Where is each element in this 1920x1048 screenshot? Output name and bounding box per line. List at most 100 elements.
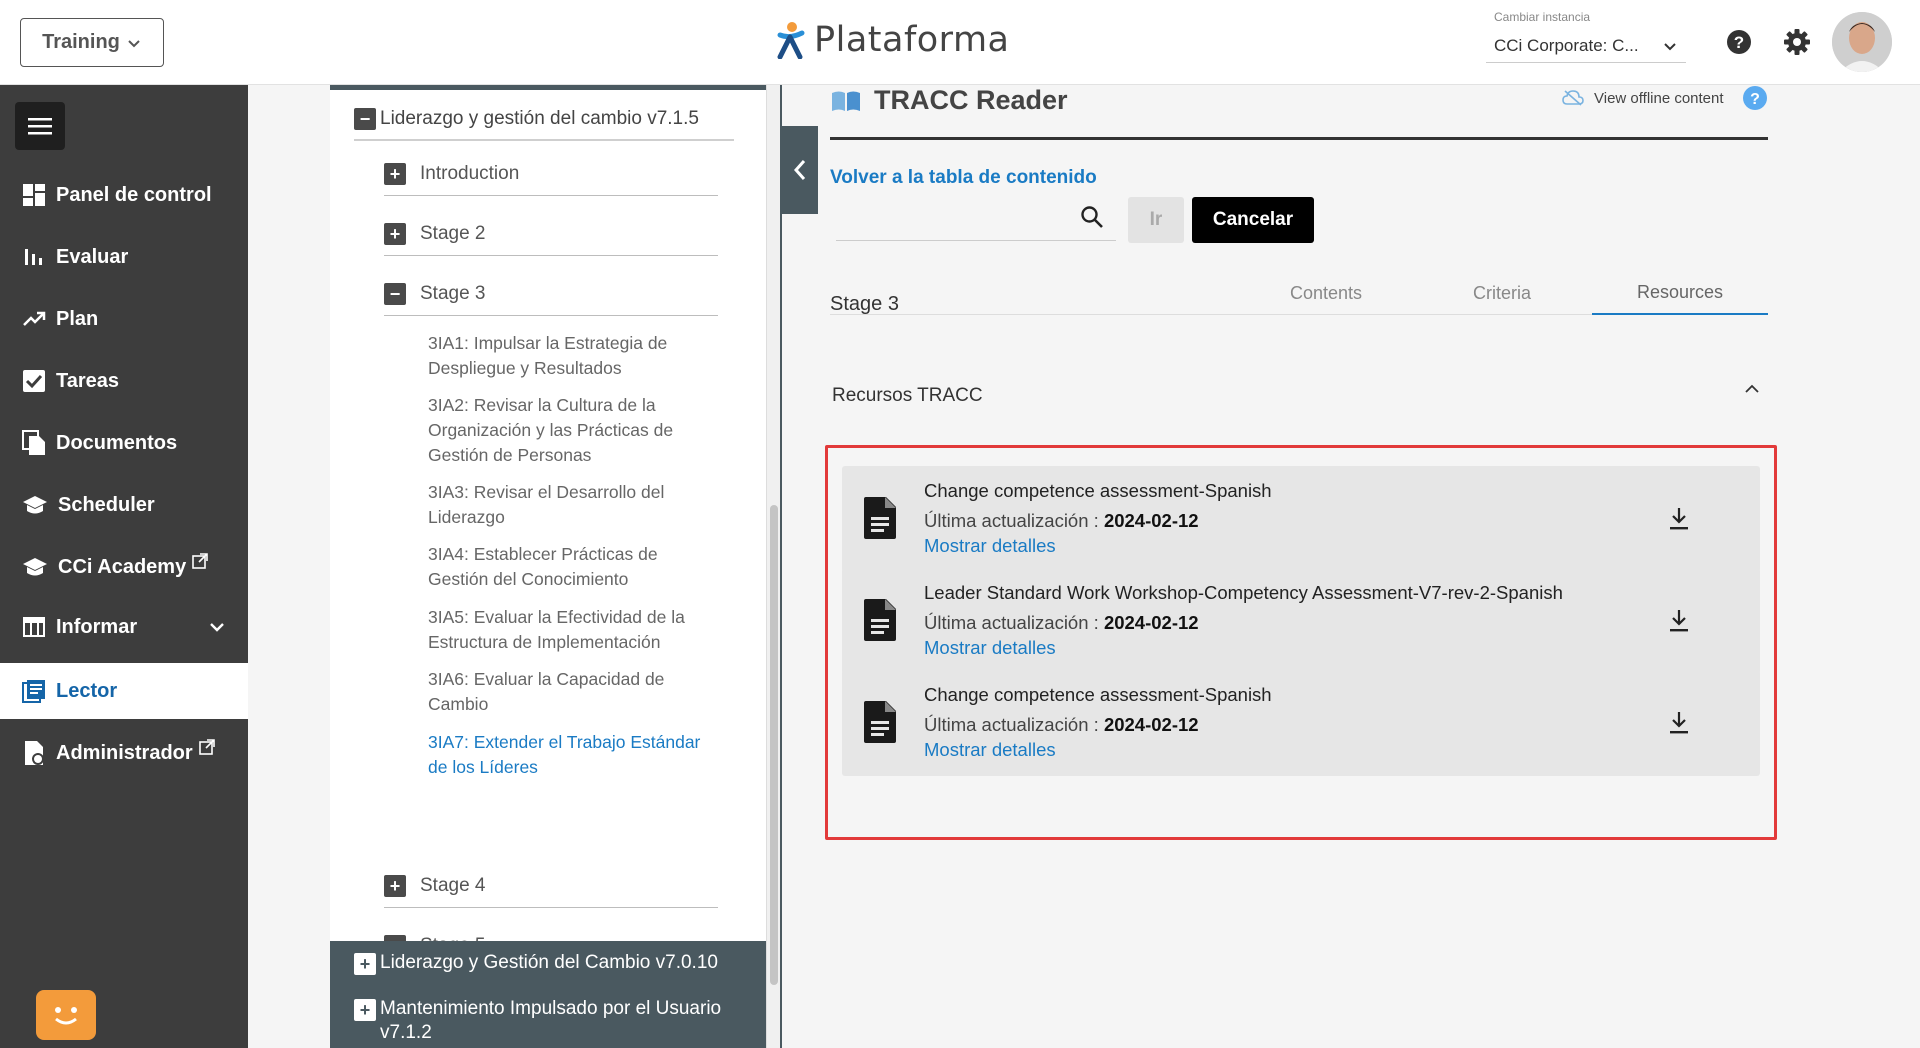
toc-subitem-3ia1[interactable]: 3IA1: Impulsar la Estrategia de Desplieg… — [428, 331, 718, 381]
chevron-down-icon — [1664, 43, 1676, 51]
resource-date: 2024-02-12 — [1103, 612, 1199, 633]
sidebar-item-documentos[interactable]: Documentos — [0, 415, 248, 471]
go-button[interactable]: Ir — [1128, 197, 1184, 243]
sidebar-item-label: Tareas — [56, 369, 120, 392]
menu-toggle-button[interactable] — [15, 102, 65, 150]
expand-square-icon[interactable]: + — [354, 999, 376, 1021]
resource-name: Change competence assessment-Spanish — [924, 684, 1272, 705]
toc-stage-label: Introduction — [420, 162, 520, 184]
sidebar-item-evaluar[interactable]: Evaluar — [0, 229, 248, 285]
show-details-link[interactable]: Mostrar detalles — [924, 637, 1056, 659]
document-icon — [864, 599, 896, 641]
open-book-icon — [832, 91, 860, 111]
toc-stage-label: Stage 4 — [420, 874, 486, 896]
resource-date: 2024-02-12 — [1103, 714, 1199, 735]
toc-root-title: Liderazgo y gestión del cambio v7.1.5 — [380, 108, 699, 129]
collapse-square-icon[interactable]: − — [384, 282, 406, 305]
toc-stage-introduction[interactable]: + Introduction — [384, 152, 718, 196]
expand-square-icon[interactable]: + — [384, 874, 406, 897]
sidebar-item-scheduler[interactable]: Scheduler — [0, 477, 248, 533]
toc-stage-3[interactable]: − Stage 3 — [384, 272, 718, 316]
reader-icon — [22, 680, 45, 703]
sidebar-item-informar[interactable]: Informar — [0, 599, 248, 655]
toc-module-item[interactable]: + Liderazgo y Gestión del Cambio v7.0.10 — [354, 951, 718, 975]
trend-icon — [23, 311, 46, 326]
tab-resources[interactable]: Resources — [1592, 271, 1768, 315]
collapse-toc-button[interactable] — [782, 126, 818, 214]
toc-module-label: Mantenimiento Impulsado por el Usuario v… — [380, 998, 722, 1043]
toc-subitem-3ia3[interactable]: 3IA3: Revisar el Desarrollo del Liderazg… — [428, 480, 718, 530]
resource-date-label: Última actualización : — [924, 714, 1104, 735]
view-offline-link[interactable]: View offline content ? — [1562, 85, 1768, 111]
sidebar-item-label: CCi Academy — [58, 555, 187, 578]
resource-name: Leader Standard Work Workshop-Competency… — [924, 582, 1563, 603]
toc-module-item[interactable]: + Mantenimiento Impulsado por el Usuario… — [354, 997, 754, 1045]
user-avatar[interactable] — [1832, 12, 1892, 72]
svg-text:?: ? — [1734, 33, 1744, 52]
expand-square-icon[interactable]: + — [384, 222, 406, 245]
download-icon[interactable] — [1668, 710, 1690, 736]
title-divider — [830, 137, 1768, 140]
toc-subitem-3ia7-selected[interactable]: 3IA7: Extender el Trabajo Estándar de lo… — [428, 730, 718, 780]
gear-icon[interactable] — [1782, 27, 1812, 57]
show-details-link[interactable]: Mostrar detalles — [924, 739, 1056, 761]
collapse-square-icon[interactable]: − — [354, 108, 376, 130]
chevron-up-icon[interactable] — [1742, 381, 1762, 397]
toc-stage-4[interactable]: + Stage 4 — [384, 864, 718, 908]
sidebar-item-panel-de-control[interactable]: Panel de control — [0, 167, 248, 223]
instance-select[interactable]: CCi Corporate: C... — [1486, 30, 1686, 63]
download-icon[interactable] — [1668, 506, 1690, 532]
app-logo[interactable]: Plataforma — [774, 20, 1010, 60]
show-details-link[interactable]: Mostrar detalles — [924, 535, 1056, 557]
sidebar-item-label: Lector — [56, 679, 118, 702]
sidebar-item-tareas[interactable]: Tareas — [0, 353, 248, 409]
chevron-down-icon — [128, 39, 140, 47]
toc-scrollbar-thumb[interactable] — [770, 505, 778, 985]
instance-label: Cambiar instancia — [1494, 10, 1591, 24]
expand-square-icon[interactable]: + — [354, 953, 376, 975]
sidebar-item-label: Plan — [56, 307, 99, 330]
help-circle-icon[interactable]: ? — [1742, 85, 1768, 111]
top-header: Training Plataforma Cambiar instancia CC… — [0, 0, 1920, 85]
logo-figure-icon — [777, 22, 805, 59]
sidebar-item-cci-academy[interactable]: CCi Academy — [0, 539, 248, 595]
training-dropdown-button[interactable]: Training — [20, 18, 164, 67]
resource-item[interactable]: Change competence assessment-Spanish Últ… — [842, 466, 1760, 572]
external-link-icon — [192, 553, 209, 569]
resource-item[interactable]: Leader Standard Work Workshop-Competency… — [842, 568, 1760, 674]
instance-switcher[interactable]: Cambiar instancia CCi Corporate: C... — [1486, 10, 1686, 63]
tab-criteria[interactable]: Criteria — [1414, 271, 1590, 315]
toc-subitem-3ia6[interactable]: 3IA6: Evaluar la Capacidad de Cambio — [428, 667, 718, 717]
app-name: Plataforma — [814, 20, 1010, 60]
resource-updated: Última actualización : 2024-02-12 — [924, 510, 1199, 532]
bar-chart-icon — [25, 249, 42, 265]
document-icon — [864, 701, 896, 743]
cloud-off-icon — [1562, 90, 1584, 106]
toc-subitem-3ia4[interactable]: 3IA4: Establecer Prácticas de Gestión de… — [428, 542, 718, 592]
help-icon[interactable]: ? — [1724, 27, 1754, 57]
sidebar-item-administrador[interactable]: Administrador — [0, 725, 248, 781]
toc-stage-label: Stage 3 — [420, 282, 486, 304]
offline-label: View offline content — [1594, 89, 1724, 107]
stage-label: Stage 3 — [830, 293, 899, 315]
toc-subitem-3ia2[interactable]: 3IA2: Revisar la Cultura de la Organizac… — [428, 393, 718, 468]
training-label: Training — [42, 31, 120, 53]
toc-stage-2[interactable]: + Stage 2 — [384, 212, 718, 256]
sidebar-item-lector[interactable]: Lector — [0, 663, 248, 719]
cancel-button[interactable]: Cancelar — [1192, 197, 1314, 243]
checkbox-icon — [23, 370, 45, 392]
reader-title: TRACC Reader — [830, 85, 1068, 116]
toc-subitem-3ia5[interactable]: 3IA5: Evaluar la Efectividad de la Estru… — [428, 605, 718, 655]
download-icon[interactable] — [1668, 608, 1690, 634]
resource-item[interactable]: Change competence assessment-Spanish Últ… — [842, 670, 1760, 776]
expand-square-icon[interactable]: + — [384, 162, 406, 185]
search-icon[interactable] — [1080, 205, 1104, 229]
search-input[interactable] — [836, 197, 1076, 237]
resources-section-title: Recursos TRACC — [832, 385, 983, 406]
sidebar-item-plan[interactable]: Plan — [0, 291, 248, 347]
toc-root-module[interactable]: − Liderazgo y gestión del cambio v7.1.5 — [354, 99, 734, 141]
sidebar-item-label: Evaluar — [56, 245, 129, 268]
tab-contents[interactable]: Contents — [1238, 271, 1414, 315]
chat-widget-button[interactable] — [36, 990, 96, 1040]
back-to-toc-link[interactable]: Volver a la tabla de contenido — [830, 167, 1097, 189]
